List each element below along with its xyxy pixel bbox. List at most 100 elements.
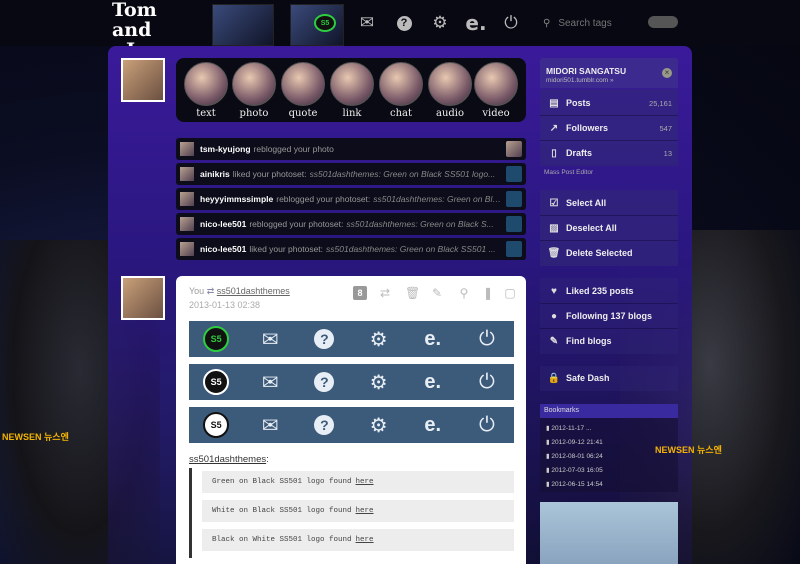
help-icon[interactable]: ? [393, 12, 415, 34]
bookmark-item[interactable]: ▮ 2012-07-03 16:05 [546, 466, 603, 474]
mail-icon: ✉ [261, 371, 279, 394]
notification-item[interactable]: ainikris liked your photoset: ss501dasht… [176, 163, 526, 185]
notification-user[interactable]: nico-lee501 [200, 244, 246, 254]
notification-avatar[interactable] [180, 192, 194, 206]
notification-target[interactable]: ss501dashthemes: Green on Black SS501 ..… [326, 244, 502, 254]
notification-target[interactable]: ss501dashthemes: Green on Black SS501 lo… [310, 169, 503, 179]
search-box[interactable]: ⚲ [543, 13, 643, 33]
quote-link[interactable]: here [356, 507, 374, 515]
source-link[interactable]: ss501dashthemes [189, 454, 266, 465]
drafts-icon: ▯ [551, 147, 557, 159]
sidebar-item-label: Select All [566, 198, 607, 208]
quote-link[interactable]: here [356, 536, 374, 544]
notification-thumb[interactable] [506, 191, 522, 207]
post-type-label: audio [435, 108, 465, 119]
notification-item[interactable]: nico-lee501 liked your photoset: ss501da… [176, 238, 526, 260]
notification-user[interactable]: nico-lee501 [200, 219, 246, 229]
power-icon[interactable]: ⏻ [500, 12, 522, 34]
followers-icon: ↗ [549, 122, 559, 134]
notification-user[interactable]: tsm-kyujong [200, 144, 251, 154]
sidebar-item-label: Delete Selected [566, 248, 633, 258]
notification-avatar[interactable] [180, 167, 194, 181]
blog-logo[interactable]: Tom and Jerry [112, 0, 198, 60]
bookmark-item[interactable]: ▮ 2012-08-01 06:24 [546, 452, 603, 460]
post-type-thumb [428, 62, 472, 106]
avatar[interactable] [121, 58, 165, 102]
heart-icon: ♥ [551, 285, 557, 297]
search-tag-icon[interactable]: ⚲ [457, 286, 471, 300]
mail-icon[interactable]: ✉ [356, 12, 378, 34]
safe-dash-button[interactable]: 🔒 Safe Dash [540, 366, 678, 390]
collapse-icon[interactable]: × [662, 68, 672, 78]
mail-icon: ✉ [261, 328, 279, 351]
notification-thumb[interactable] [506, 241, 522, 257]
notification-user[interactable]: heyyyimmssimple [200, 194, 273, 204]
mass-post-tools: ☑ Select All ▨ Deselect All 🗑 Delete Select… [540, 190, 678, 266]
bookmark-date: 2012-11-17 ... [551, 425, 592, 432]
search-input[interactable] [556, 16, 641, 30]
select-checkbox[interactable]: ▢ [503, 286, 517, 300]
sidebar-item-liked[interactable]: ♥ Liked 235 posts [540, 279, 678, 304]
notification-avatar[interactable] [180, 142, 194, 156]
reblog-button-icon[interactable]: ⇄ [378, 286, 392, 300]
s5-logo-icon: S5 [203, 326, 230, 352]
power-icon: ⏻ [478, 327, 495, 350]
post-type-text[interactable]: text [184, 62, 228, 119]
sidebar-item-following[interactable]: ● Following 137 blogs [540, 304, 678, 329]
sidebar-item-find-blogs[interactable]: ✎ Find blogs [540, 329, 678, 353]
notification-thumb[interactable] [506, 141, 522, 157]
quote-text: White on Black SS501 logo found [212, 507, 352, 515]
notification-target[interactable]: ss501dashthemes: Green on Black S... [346, 219, 502, 229]
deselect-all-button[interactable]: ▨ Deselect All [540, 216, 678, 241]
gear-icon: ⚙ [369, 414, 388, 437]
quote-line: Green on Black SS501 logo found here [202, 471, 514, 493]
sidebar-item-label: Following 137 blogs [566, 311, 653, 321]
notification-avatar[interactable] [180, 217, 194, 231]
edit-icon[interactable]: ✎ [430, 286, 444, 300]
quote-link[interactable]: here [356, 478, 374, 486]
mass-post-editor-link[interactable]: Mass Post Editor [544, 169, 593, 176]
header-toggle[interactable] [648, 16, 678, 28]
account-url[interactable]: midori501.tumblr.com » [546, 77, 614, 84]
dashboard-e-icon: e. [424, 370, 442, 393]
theme-preview-green: S5 ✉ ? ⚙ e. ⏻ [189, 321, 514, 357]
post-type-quote[interactable]: quote [281, 62, 325, 119]
account-header[interactable]: MIDORI SANGATSU midori501.tumblr.com » × [540, 58, 678, 88]
delete-selected-button[interactable]: 🗑 Delete Selected [540, 241, 678, 265]
note-count-badge[interactable]: 8 [353, 286, 367, 300]
sidebar-item-posts[interactable]: ▤ Posts 25,161 [540, 91, 678, 116]
reblog-source-link[interactable]: ss501dashthemes [217, 286, 290, 296]
post-type-label: photo [239, 108, 269, 119]
notification-avatar[interactable] [180, 242, 194, 256]
quote-text: Black on White SS501 logo found [212, 536, 352, 544]
notification-action: liked your photoset: [249, 244, 324, 254]
sidebar-item-followers[interactable]: ↗ Followers 547 [540, 116, 678, 141]
notification-thumb[interactable] [506, 216, 522, 232]
post-avatar[interactable] [121, 276, 165, 320]
gear-icon[interactable]: ⚙ [429, 12, 451, 34]
notification-thumb[interactable] [506, 166, 522, 182]
post-type-video[interactable]: video [474, 62, 518, 119]
sidebar-item-drafts[interactable]: ▯ Drafts 13 [540, 141, 678, 165]
delete-icon[interactable]: 🗑 [405, 286, 420, 300]
notification-target[interactable]: ss501dashthemes: Green on Black SS501... [373, 194, 502, 204]
post-type-chat[interactable]: chat [379, 62, 423, 119]
post-type-audio[interactable]: audio [428, 62, 472, 119]
notification-item[interactable]: tsm-kyujong reblogged your photo [176, 138, 526, 160]
bookmark-item[interactable]: ▮ 2012-06-15 14:54 [546, 480, 603, 488]
post-type-link[interactable]: link [330, 62, 374, 119]
s5-logo-icon: S5 [203, 412, 230, 438]
notification-item[interactable]: nico-lee501 reblogged your photoset: ss5… [176, 213, 526, 235]
select-all-button[interactable]: ☑ Select All [540, 191, 678, 216]
sidebar-item-label: Find blogs [566, 336, 612, 346]
bookmark-date: 2012-07-03 16:05 [551, 467, 603, 474]
s5-logo-icon[interactable]: S5 [314, 12, 336, 34]
bookmark-icon[interactable]: ❚ [481, 286, 495, 300]
notification-user[interactable]: ainikris [200, 169, 230, 179]
header-photo-1 [212, 4, 274, 46]
dashboard-e-icon[interactable]: e. [465, 11, 487, 35]
post-type-photo[interactable]: photo [232, 62, 276, 119]
notification-item[interactable]: heyyyimmssimple reblogged your photoset:… [176, 188, 526, 210]
bookmark-item[interactable]: ▮ 2012-11-17 ... [546, 424, 591, 432]
bookmark-item[interactable]: ▮ 2012-09-12 21:41 [546, 438, 603, 446]
